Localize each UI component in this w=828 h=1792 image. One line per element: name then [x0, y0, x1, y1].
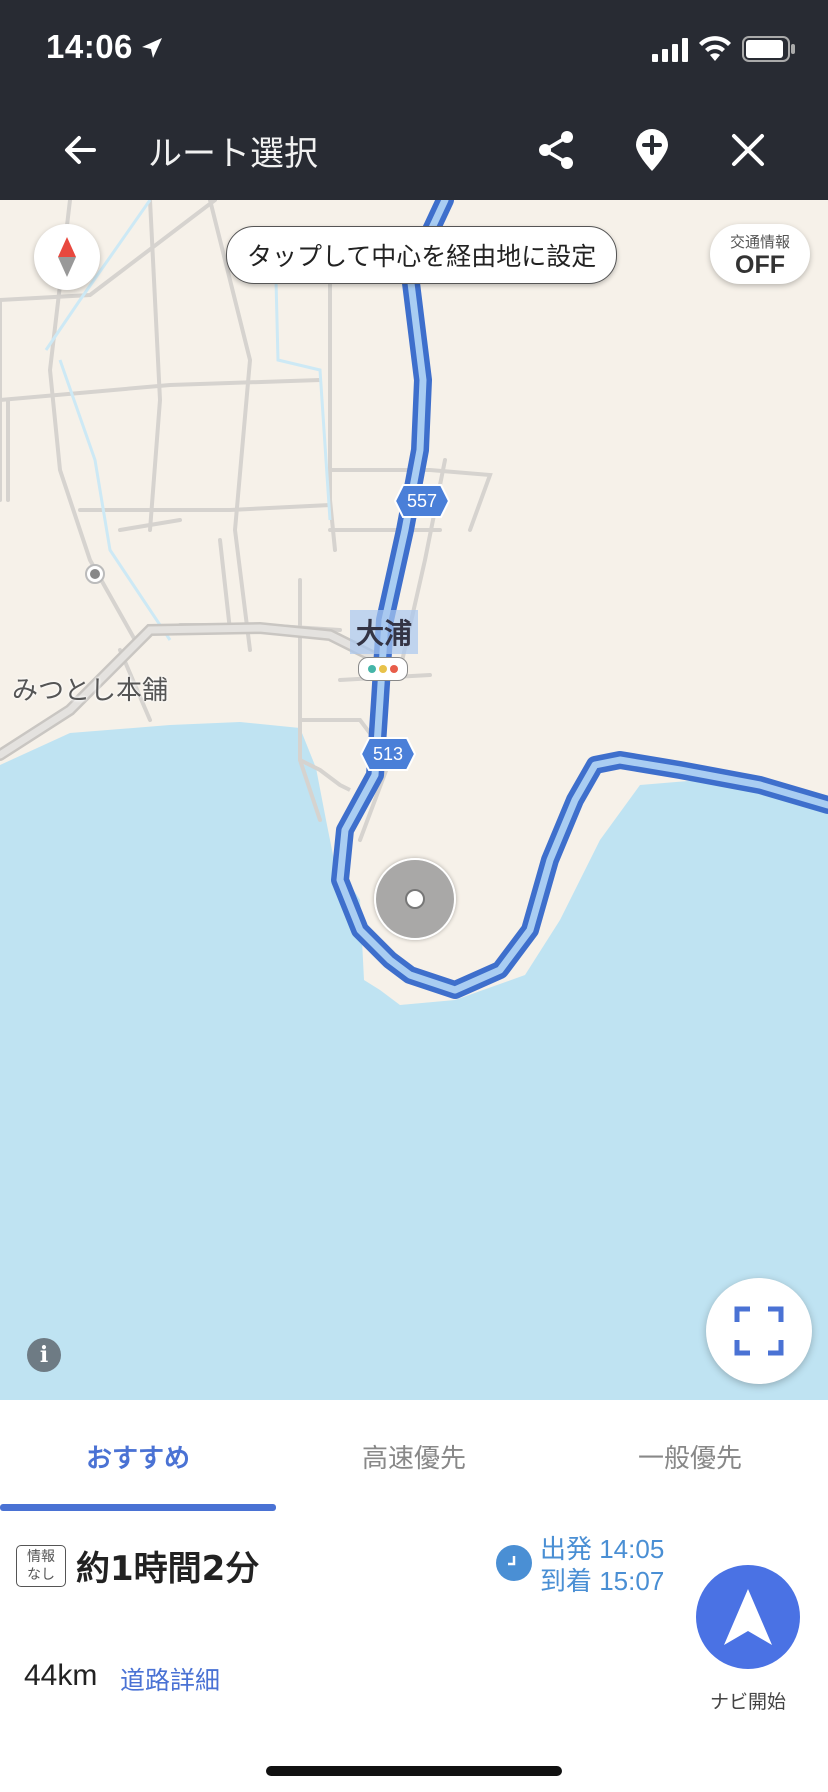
pin-plus-icon: [636, 129, 668, 171]
badge-line-2: なし: [27, 1567, 55, 1583]
sea-area: [0, 722, 828, 1400]
fullscreen-button[interactable]: [706, 1278, 812, 1384]
traffic-info-badge: 情報 なし: [16, 1545, 66, 1587]
expand-icon: [734, 1306, 784, 1356]
tab-indicator: [0, 1504, 276, 1511]
status-time: 14:06: [46, 28, 133, 65]
back-arrow-icon: [65, 136, 96, 164]
close-icon: [732, 134, 764, 166]
map-canvas: [0, 200, 828, 1400]
traffic-signal-icon: [358, 657, 408, 681]
compass-icon: [58, 237, 76, 277]
route-number-513: 513: [372, 743, 404, 764]
home-indicator[interactable]: [266, 1766, 562, 1776]
start-navigation-button[interactable]: [696, 1565, 800, 1669]
route-type-tabs: おすすめ 高速優先 一般優先: [0, 1400, 828, 1511]
town-label: 大浦: [350, 610, 419, 654]
share-button[interactable]: [526, 120, 586, 180]
route-shield-513: 513: [359, 736, 417, 772]
traffic-value: OFF: [735, 251, 785, 279]
arrival-time: 到着 15:07: [540, 1566, 665, 1596]
share-icon: [539, 131, 573, 169]
cellular-signal-icon: [652, 38, 688, 62]
place-label: みつとし本舗: [12, 676, 169, 706]
route-distance: 44km: [24, 1659, 98, 1692]
route-times: 出発 14:05 到着 15:07: [540, 1533, 664, 1597]
battery-icon: [742, 36, 795, 62]
page-title: ルート選択: [148, 134, 318, 174]
close-button[interactable]: [718, 120, 778, 180]
clock-icon: [496, 1545, 532, 1581]
tab-recommended[interactable]: おすすめ: [0, 1438, 276, 1475]
route-map[interactable]: タップして中心を経由地に設定 交通情報 OFF みつとし本舗 大浦 557 51…: [0, 200, 828, 1400]
compass-button[interactable]: [34, 224, 100, 290]
map-info-button[interactable]: i: [27, 1338, 61, 1372]
waypoint-hint-button[interactable]: タップして中心を経由地に設定: [226, 226, 618, 284]
wifi-icon: [699, 36, 731, 61]
start-navigation-label: ナビ開始: [709, 1691, 786, 1713]
tab-highway[interactable]: 高速優先: [276, 1438, 552, 1475]
add-waypoint-button[interactable]: [622, 120, 682, 180]
route-header: ルート選択: [0, 100, 828, 200]
traffic-label: 交通情報: [729, 233, 790, 251]
departure-time: 出発 14:05: [540, 1534, 665, 1564]
route-summary: 情報 なし 約1時間2分 出発 14:05 到着 15:07 44km 道路詳細…: [0, 1511, 828, 1792]
status-bar: 14:06: [0, 0, 828, 100]
traffic-toggle[interactable]: 交通情報 OFF: [710, 224, 810, 284]
route-duration: 約1時間2分: [76, 1549, 260, 1589]
badge-line-1: 情報: [27, 1549, 55, 1565]
back-button[interactable]: [50, 120, 110, 180]
current-location-marker: [374, 858, 456, 940]
tab-general[interactable]: 一般優先: [552, 1438, 828, 1475]
road-detail-link[interactable]: 道路詳細: [120, 1661, 220, 1697]
navigation-arrow-icon: [724, 1589, 772, 1645]
location-arrow-icon: [142, 38, 162, 58]
route-number-557: 557: [406, 490, 438, 511]
route-shield-557: 557: [393, 483, 451, 519]
